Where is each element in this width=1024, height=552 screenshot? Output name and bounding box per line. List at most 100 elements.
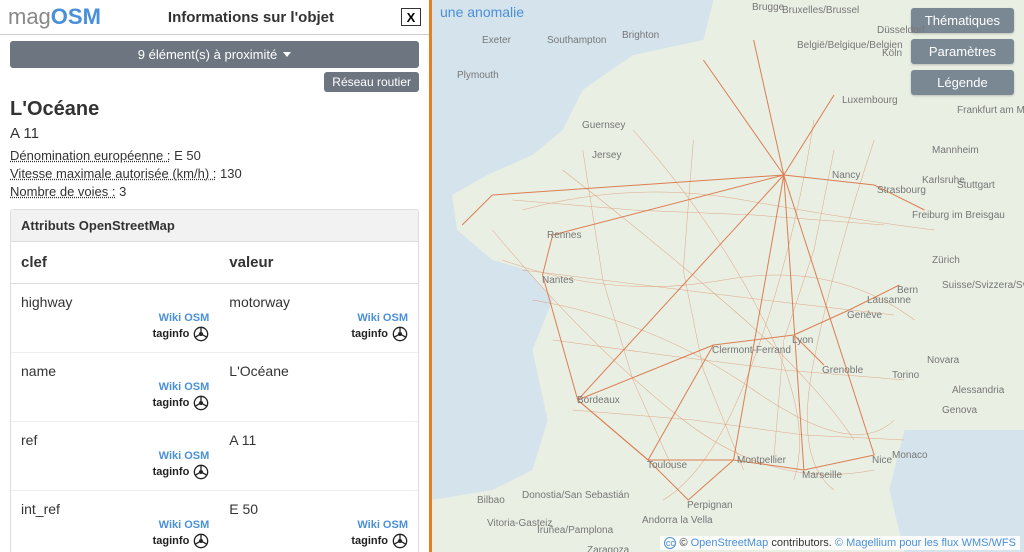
city-label: Stuttgart <box>957 180 995 191</box>
key-cell: int_refWiki OSMtaginfo <box>11 491 219 552</box>
city-label: Alessandria <box>952 385 1004 396</box>
city-label: Nice <box>872 455 892 466</box>
osm-attribution-link[interactable]: OpenStreetMap <box>691 537 769 549</box>
attr-value: E 50 <box>174 148 201 163</box>
city-label: Montpellier <box>737 455 786 466</box>
table-row: name Wiki OSM taginfo L'Océane <box>11 353 418 422</box>
city-label: Exeter <box>482 35 511 46</box>
object-attributes: Dénomination européenne : E 50 Vitesse ma… <box>10 148 419 199</box>
city-label: Marseille <box>802 470 842 481</box>
city-label: Southampton <box>547 35 607 46</box>
osm-value: E 50 <box>229 501 408 517</box>
wiki-osm-link[interactable]: Wiki OSM <box>357 312 408 324</box>
proximity-dropdown[interactable]: 9 élément(s) à proximité <box>10 41 419 68</box>
params-button[interactable]: Paramètres <box>911 39 1014 64</box>
attribute-line: Vitesse maximale autorisée (km/h) : 130 <box>10 166 419 181</box>
map[interactable]: une anomalie Thématiques Paramètres Lége… <box>432 0 1024 552</box>
value-cell: E 50 Wiki OSM taginfo <box>219 491 418 552</box>
city-label: Donostia/San Sebastián <box>522 490 629 501</box>
city-label: Toulouse <box>647 460 687 471</box>
city-label: Luxembourg <box>842 95 898 106</box>
city-label: Novara <box>927 355 959 366</box>
taginfo-link[interactable]: taginfo <box>351 535 388 547</box>
osm-value: motorway <box>229 294 408 310</box>
attribution-text: contributors. <box>768 537 835 549</box>
city-label: Nancy <box>832 170 860 181</box>
legend-button[interactable]: Légende <box>911 70 1014 95</box>
attr-value: 130 <box>220 166 242 181</box>
magellium-link[interactable]: © Magellium pour les flux WMS/WFS <box>835 537 1016 549</box>
osm-key: name <box>21 363 209 379</box>
wiki-osm-link[interactable]: Wiki OSM <box>357 519 408 531</box>
city-label: Lausanne <box>867 295 911 306</box>
key-cell: name Wiki OSM taginfo <box>11 353 219 422</box>
col-header-key: clef <box>11 242 219 284</box>
close-button[interactable]: X <box>401 8 421 26</box>
panel-header: magOSM Informations sur l'objet X <box>0 0 429 35</box>
logo-suffix: OSM <box>51 4 101 29</box>
city-label: Bordeaux <box>577 395 620 406</box>
object-name: L'Océane <box>10 98 419 121</box>
city-label: Mannheim <box>932 145 979 156</box>
themes-button[interactable]: Thématiques <box>911 8 1014 33</box>
city-label: Zürich <box>932 255 960 266</box>
osm-value: L'Océane <box>229 363 408 379</box>
attr-value: 3 <box>119 184 126 199</box>
osm-value: A 11 <box>229 432 408 448</box>
app-logo: magOSM <box>8 4 101 30</box>
category-tag: Réseau routier <box>324 72 419 92</box>
city-label: Rennes <box>547 230 581 241</box>
city-label: Suisse/Svizzera/Svizra <box>942 280 1024 291</box>
city-label: Bilbao <box>477 495 505 506</box>
city-label: Iruñea/Pamplona <box>537 525 613 536</box>
taginfo-link[interactable]: taginfo <box>153 328 190 340</box>
table-row: highwayWiki OSMtaginfomotorwayWiki OSMta… <box>11 284 418 353</box>
anomaly-link[interactable]: une anomalie <box>440 4 524 20</box>
wiki-osm-link[interactable]: Wiki OSM <box>159 312 210 324</box>
taginfo-link[interactable]: taginfo <box>153 397 190 409</box>
osm-table: clef valeur highwayWiki OSMtaginfomotorw… <box>11 242 418 552</box>
city-label: Clermont-Ferrand <box>712 345 791 356</box>
steering-wheel-icon <box>193 533 209 549</box>
key-cell: ref Wiki OSM taginfo <box>11 422 219 491</box>
key-cell: highwayWiki OSMtaginfo <box>11 284 219 353</box>
city-label: Nantes <box>542 275 574 286</box>
taginfo-link[interactable]: taginfo <box>351 328 388 340</box>
wiki-osm-link[interactable]: Wiki OSM <box>159 450 210 462</box>
value-cell: motorway Wiki OSM taginfo <box>219 284 418 353</box>
city-label: Jersey <box>592 150 621 161</box>
attribute-line: Nombre de voies : 3 <box>10 184 419 199</box>
panel-content[interactable]: L'Océane A 11 Dénomination européenne : … <box>0 92 429 552</box>
info-panel: magOSM Informations sur l'objet X 9 élém… <box>0 0 432 552</box>
city-label: Freiburg im Breisgau <box>912 210 1005 221</box>
city-label: Lyon <box>792 335 813 346</box>
city-label: Brugge <box>752 2 784 13</box>
value-cell: A 11 <box>219 422 418 491</box>
wiki-osm-link[interactable]: Wiki OSM <box>159 381 210 393</box>
steering-wheel-icon <box>193 395 209 411</box>
osm-section-title: Attributs OpenStreetMap <box>11 210 418 242</box>
city-label: Zaragoza <box>587 545 629 552</box>
city-label: Düsseldorf <box>877 25 925 36</box>
wiki-osm-link[interactable]: Wiki OSM <box>159 519 210 531</box>
attr-label: Nombre de voies : <box>10 184 116 199</box>
table-row: int_refWiki OSMtaginfoE 50Wiki OSMtaginf… <box>11 491 418 552</box>
logo-prefix: mag <box>8 4 51 29</box>
city-label: Perpignan <box>687 500 733 511</box>
attribute-line: Dénomination européenne : E 50 <box>10 148 419 163</box>
taginfo-link[interactable]: taginfo <box>153 535 190 547</box>
steering-wheel-icon <box>392 326 408 342</box>
city-label: Brighton <box>622 30 659 41</box>
table-row: ref Wiki OSM taginfo A 11 <box>11 422 418 491</box>
map-attribution: cc © OpenStreetMap contributors. © Magel… <box>660 536 1020 550</box>
osm-key: ref <box>21 432 209 448</box>
steering-wheel-icon <box>193 464 209 480</box>
city-label: Monaco <box>892 450 928 461</box>
steering-wheel-icon <box>392 533 408 549</box>
city-label: België/Belgique/Belgien <box>797 40 903 51</box>
panel-title: Informations sur l'objet <box>101 9 401 26</box>
proximity-label: 9 élément(s) à proximité <box>138 47 277 62</box>
taginfo-link[interactable]: taginfo <box>153 466 190 478</box>
city-label: Genova <box>942 405 977 416</box>
city-label: Genève <box>847 310 882 321</box>
